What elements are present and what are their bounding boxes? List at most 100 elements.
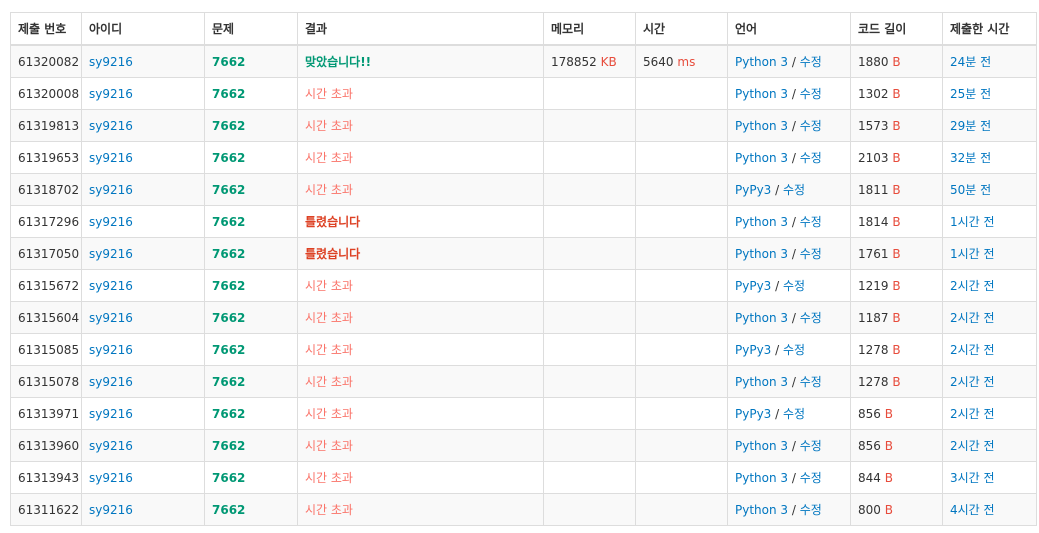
problem-link[interactable]: 7662 <box>212 503 245 517</box>
user-link[interactable]: sy9216 <box>89 439 133 453</box>
language-link[interactable]: PyPy3 <box>735 279 771 293</box>
problem-link[interactable]: 7662 <box>212 119 245 133</box>
submitted-time-link[interactable]: 29분 전 <box>950 119 991 133</box>
user-cell: sy9216 <box>81 141 205 174</box>
edit-link[interactable]: 수정 <box>800 311 822 325</box>
language-link[interactable]: Python 3 <box>735 503 788 517</box>
memory-cell <box>543 269 636 302</box>
language-link[interactable]: Python 3 <box>735 311 788 325</box>
submitted-time-link[interactable]: 1시간 전 <box>950 247 995 261</box>
submitted-time-link[interactable]: 2시간 전 <box>950 407 995 421</box>
edit-link[interactable]: 수정 <box>800 215 822 229</box>
problem-link[interactable]: 7662 <box>212 247 245 261</box>
header-memory: 메모리 <box>543 12 636 46</box>
problem-link[interactable]: 7662 <box>212 151 245 165</box>
language-link[interactable]: Python 3 <box>735 87 788 101</box>
user-link[interactable]: sy9216 <box>89 471 133 485</box>
submitted-time-link[interactable]: 4시간 전 <box>950 503 995 517</box>
submitted-time-cell: 4시간 전 <box>942 493 1037 526</box>
user-cell: sy9216 <box>81 237 205 270</box>
problem-cell: 7662 <box>204 461 298 494</box>
submitted-time-link[interactable]: 2시간 전 <box>950 375 995 389</box>
language-link[interactable]: Python 3 <box>735 375 788 389</box>
submitted-time-cell: 29분 전 <box>942 109 1037 142</box>
submitted-time-link[interactable]: 2시간 전 <box>950 343 995 357</box>
edit-link[interactable]: 수정 <box>783 279 805 293</box>
language-link[interactable]: Python 3 <box>735 215 788 229</box>
language-link[interactable]: Python 3 <box>735 471 788 485</box>
result-text: 시간 초과 <box>305 119 353 133</box>
table-row: 61315078 sy9216 7662 시간 초과 Python 3 / 수정 1278… <box>10 365 1037 398</box>
user-link[interactable]: sy9216 <box>89 343 133 357</box>
edit-link[interactable]: 수정 <box>800 503 822 517</box>
edit-link[interactable]: 수정 <box>800 151 822 165</box>
submitted-time-link[interactable]: 2시간 전 <box>950 439 995 453</box>
language-cell: PyPy3 / 수정 <box>727 333 851 366</box>
edit-link[interactable]: 수정 <box>800 87 822 101</box>
code-length-cell: 1814 B <box>850 205 943 238</box>
submitted-time-link[interactable]: 2시간 전 <box>950 311 995 325</box>
language-cell: PyPy3 / 수정 <box>727 173 851 206</box>
edit-link[interactable]: 수정 <box>800 119 822 133</box>
edit-link[interactable]: 수정 <box>800 471 822 485</box>
user-link[interactable]: sy9216 <box>89 279 133 293</box>
user-link[interactable]: sy9216 <box>89 151 133 165</box>
time-cell <box>635 429 728 462</box>
memory-cell <box>543 429 636 462</box>
edit-link[interactable]: 수정 <box>800 247 822 261</box>
language-link[interactable]: PyPy3 <box>735 183 771 197</box>
user-link[interactable]: sy9216 <box>89 311 133 325</box>
submitted-time-link[interactable]: 50분 전 <box>950 183 991 197</box>
problem-link[interactable]: 7662 <box>212 311 245 325</box>
user-link[interactable]: sy9216 <box>89 215 133 229</box>
edit-link[interactable]: 수정 <box>783 407 805 421</box>
code-length-unit: B <box>892 118 901 133</box>
submitted-time-link[interactable]: 24분 전 <box>950 55 991 69</box>
user-link[interactable]: sy9216 <box>89 87 133 101</box>
code-length-cell: 1573 B <box>850 109 943 142</box>
language-link[interactable]: Python 3 <box>735 151 788 165</box>
user-link[interactable]: sy9216 <box>89 375 133 389</box>
table-row: 61319653 sy9216 7662 시간 초과 Python 3 / 수정 2103… <box>10 141 1037 174</box>
user-link[interactable]: sy9216 <box>89 55 133 69</box>
language-link[interactable]: Python 3 <box>735 247 788 261</box>
user-link[interactable]: sy9216 <box>89 247 133 261</box>
result-text: 시간 초과 <box>305 311 353 325</box>
submitted-time-link[interactable]: 25분 전 <box>950 87 991 101</box>
code-length-unit: B <box>892 310 901 325</box>
submitted-time-link[interactable]: 3시간 전 <box>950 471 995 485</box>
problem-link[interactable]: 7662 <box>212 279 245 293</box>
edit-link[interactable]: 수정 <box>783 183 805 197</box>
language-link[interactable]: PyPy3 <box>735 343 771 357</box>
edit-link[interactable]: 수정 <box>783 343 805 357</box>
edit-link[interactable]: 수정 <box>800 55 822 69</box>
problem-link[interactable]: 7662 <box>212 375 245 389</box>
language-link[interactable]: Python 3 <box>735 119 788 133</box>
edit-link[interactable]: 수정 <box>800 375 822 389</box>
problem-cell: 7662 <box>204 109 298 142</box>
problem-link[interactable]: 7662 <box>212 183 245 197</box>
user-link[interactable]: sy9216 <box>89 407 133 421</box>
user-link[interactable]: sy9216 <box>89 503 133 517</box>
language-separator: / <box>788 247 800 261</box>
problem-link[interactable]: 7662 <box>212 471 245 485</box>
problem-link[interactable]: 7662 <box>212 343 245 357</box>
problem-link[interactable]: 7662 <box>212 439 245 453</box>
result-cell: 시간 초과 <box>297 301 544 334</box>
language-link[interactable]: Python 3 <box>735 55 788 69</box>
submitted-time-link[interactable]: 2시간 전 <box>950 279 995 293</box>
code-length-cell: 1278 B <box>850 365 943 398</box>
problem-link[interactable]: 7662 <box>212 215 245 229</box>
problem-link[interactable]: 7662 <box>212 87 245 101</box>
submission-id: 61319653 <box>18 150 80 165</box>
language-link[interactable]: Python 3 <box>735 439 788 453</box>
problem-link[interactable]: 7662 <box>212 55 245 69</box>
user-link[interactable]: sy9216 <box>89 119 133 133</box>
language-link[interactable]: PyPy3 <box>735 407 771 421</box>
problem-link[interactable]: 7662 <box>212 407 245 421</box>
user-link[interactable]: sy9216 <box>89 183 133 197</box>
edit-link[interactable]: 수정 <box>800 439 822 453</box>
submitted-time-link[interactable]: 32분 전 <box>950 151 991 165</box>
submitted-time-link[interactable]: 1시간 전 <box>950 215 995 229</box>
table-row: 61318702 sy9216 7662 시간 초과 PyPy3 / 수정 1811 B5… <box>10 173 1037 206</box>
